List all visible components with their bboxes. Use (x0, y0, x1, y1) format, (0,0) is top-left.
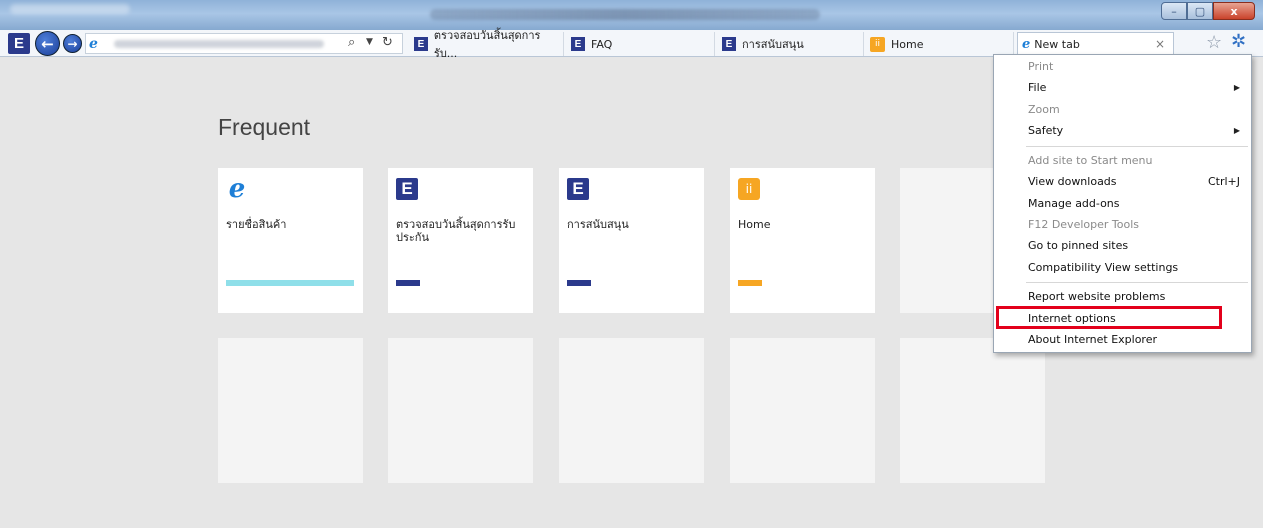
close-tab-icon[interactable]: × (1155, 37, 1165, 51)
tab-home[interactable]: ii Home (866, 32, 1014, 56)
tab-label: New tab (1034, 38, 1080, 51)
frequent-tile-product-list[interactable]: e รายชื่อสินค้า (218, 168, 363, 313)
e-icon: E (414, 37, 428, 51)
menu-separator (1026, 146, 1248, 147)
frequent-tile-warranty-check[interactable]: E ตรวจสอบวันสิ้นสุดการรับประกัน (388, 168, 533, 313)
empty-tile[interactable] (218, 338, 363, 483)
tab-support[interactable]: E การสนับสนุน (718, 32, 864, 56)
refresh-icon[interactable]: ↻ (382, 35, 393, 50)
menu-item-view-downloads[interactable]: View downloads Ctrl+J (995, 171, 1250, 192)
tab-new-tab[interactable]: e New tab × (1017, 32, 1174, 56)
tab-warranty-check[interactable]: E ตรวจสอบวันสิ้นสุดการรับ... (410, 29, 564, 60)
menu-item-print[interactable]: Print (995, 56, 1250, 77)
gear-icon[interactable]: ✲ (1231, 31, 1246, 52)
menu-item-label: Print (1028, 60, 1054, 73)
tile-activity-bar (226, 280, 354, 286)
menu-shortcut: Ctrl+J (1207, 175, 1240, 188)
home-site-icon: ii (870, 36, 885, 52)
back-arrow-icon: ← (41, 34, 54, 53)
menu-item-label: Go to pinned sites (1028, 239, 1129, 252)
e-icon: E (722, 37, 736, 51)
menu-item-label: View downloads (1028, 175, 1117, 188)
menu-item-label: Manage add-ons (1028, 197, 1120, 210)
menu-item-label: Safety (1028, 124, 1064, 137)
menu-item-label: About Internet Explorer (1028, 333, 1157, 346)
menu-item-label: F12 Developer Tools (1028, 218, 1139, 231)
menu-item-label: Zoom (1028, 103, 1060, 116)
empty-tile[interactable] (730, 338, 875, 483)
frequent-heading: Frequent (218, 114, 311, 140)
highlight-annotation-box (996, 306, 1222, 329)
title-bar-blurred-region (10, 4, 130, 14)
ie-page-icon: e (89, 36, 98, 52)
frequent-tile-support[interactable]: E การสนับสนุน (559, 168, 704, 313)
tab-label: FAQ (591, 37, 613, 51)
menu-separator (1026, 282, 1248, 283)
window-title-bar: – ▢ x (0, 0, 1263, 30)
menu-item-label: Add site to Start menu (1028, 154, 1153, 167)
address-bar[interactable]: e ⌕ ▼ ↻ (85, 33, 403, 54)
tab-label: การสนับสนุน (742, 38, 804, 51)
tile-label: การสนับสนุน (567, 218, 629, 231)
menu-item-label: Report website problems (1028, 290, 1166, 303)
maximize-button[interactable]: ▢ (1187, 2, 1213, 20)
window-title-blurred (430, 9, 820, 20)
submenu-arrow-icon: ▶ (1233, 126, 1240, 135)
tab-label: Home (891, 37, 924, 51)
forward-arrow-icon: → (67, 36, 78, 51)
menu-item-safety[interactable]: Safety ▶ (995, 120, 1250, 141)
favorites-star-icon[interactable]: ☆ (1206, 32, 1222, 53)
menu-item-compat-view[interactable]: Compatibility View settings (995, 257, 1250, 278)
menu-item-report-problems[interactable]: Report website problems (995, 286, 1250, 307)
site-logo-e-icon: E (8, 33, 30, 54)
back-button[interactable]: ← (35, 31, 60, 56)
ie-icon: e (228, 174, 246, 204)
e-icon: E (567, 178, 589, 200)
tile-activity-bar (396, 280, 420, 286)
tile-activity-bar (567, 280, 591, 286)
tab-label: ตรวจสอบวันสิ้นสุดการรับ... (433, 29, 541, 60)
empty-tile[interactable] (388, 338, 533, 483)
search-icon[interactable]: ⌕ (348, 35, 355, 50)
menu-item-f12-tools[interactable]: F12 Developer Tools (995, 214, 1250, 235)
tile-label: ตรวจสอบวันสิ้นสุดการรับประกัน (396, 218, 516, 244)
browser-toolbar: E ← → e ⌕ ▼ ↻ E ตรวจสอบวันสิ้นสุดการรับ.… (0, 29, 1263, 60)
submenu-arrow-icon: ▶ (1233, 83, 1240, 92)
empty-tile[interactable] (559, 338, 704, 483)
menu-item-file[interactable]: File ▶ (995, 77, 1250, 98)
forward-button[interactable]: → (63, 34, 82, 53)
menu-item-pinned-sites[interactable]: Go to pinned sites (995, 235, 1250, 256)
menu-item-about-ie[interactable]: About Internet Explorer (995, 329, 1250, 350)
tab-faq[interactable]: E FAQ (567, 32, 715, 56)
home-site-icon: ii (738, 178, 760, 200)
e-icon: E (571, 37, 585, 51)
tile-label: รายชื่อสินค้า (226, 218, 287, 231)
frequent-tile-home[interactable]: ii Home (730, 168, 875, 313)
minimize-button[interactable]: – (1161, 2, 1187, 20)
e-icon: E (396, 178, 418, 200)
tile-activity-bar (738, 280, 762, 286)
close-window-button[interactable]: x (1213, 2, 1255, 20)
menu-item-label: File (1028, 81, 1047, 94)
address-url-blurred (114, 40, 324, 48)
menu-item-label: Compatibility View settings (1028, 261, 1179, 274)
tile-label: Home (738, 218, 771, 231)
ie-icon: e (1022, 37, 1031, 52)
chevron-down-icon[interactable]: ▼ (366, 37, 373, 47)
menu-item-zoom[interactable]: Zoom (995, 99, 1250, 120)
menu-item-manage-addons[interactable]: Manage add-ons (995, 193, 1250, 214)
empty-tile[interactable] (900, 338, 1045, 483)
menu-item-add-site-start[interactable]: Add site to Start menu (995, 150, 1250, 171)
window-controls: – ▢ x (1161, 2, 1255, 20)
